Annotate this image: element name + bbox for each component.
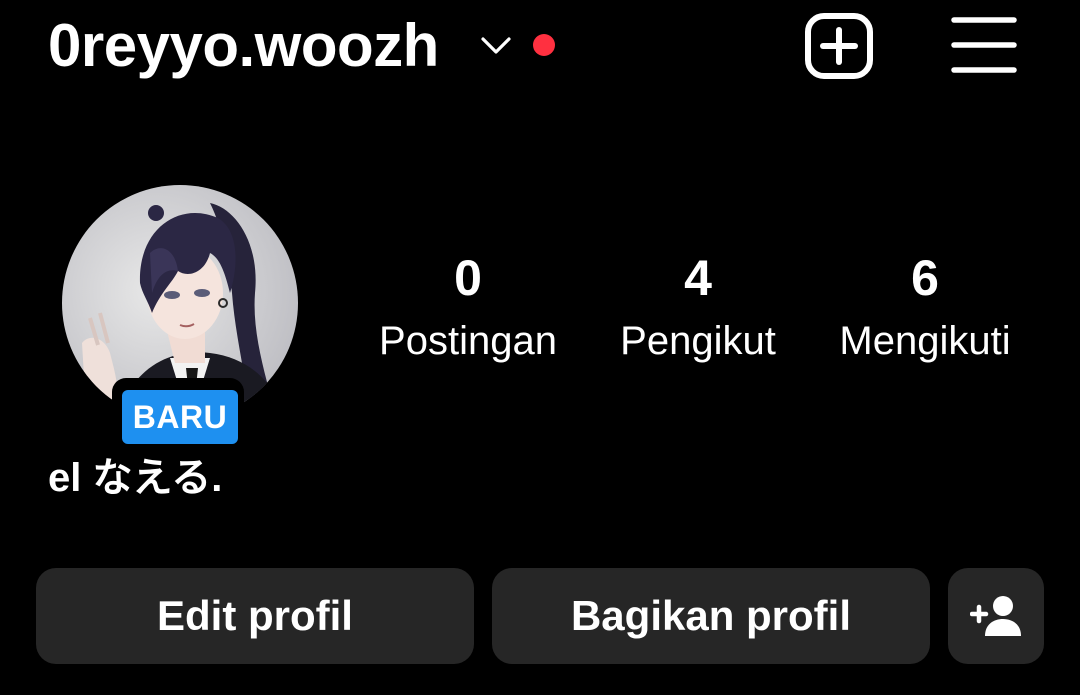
chevron-down-icon[interactable] xyxy=(478,30,514,60)
username-switcher[interactable]: 0reyyo.woozh xyxy=(48,8,439,84)
menu-button[interactable] xyxy=(950,14,1018,76)
followers-label: Pengikut xyxy=(620,319,776,363)
new-badge-label: BARU xyxy=(122,390,238,444)
posts-count: 0 xyxy=(454,250,482,306)
profile-page: 0reyyo.woozh BARU 0 Postingan 4 Pengikut… xyxy=(0,0,1080,695)
stat-followers[interactable]: 4 Pengikut xyxy=(598,245,798,371)
posts-label: Postingan xyxy=(379,319,557,363)
notification-dot xyxy=(533,34,555,56)
discover-people-button[interactable] xyxy=(948,568,1044,664)
share-profile-button[interactable]: Bagikan profil xyxy=(492,568,930,664)
edit-profile-button[interactable]: Edit profil xyxy=(36,568,474,664)
following-label: Mengikuti xyxy=(839,319,1011,363)
stat-posts[interactable]: 0 Postingan xyxy=(368,245,568,371)
new-badge: BARU xyxy=(112,378,244,450)
following-count: 6 xyxy=(911,250,939,306)
hamburger-menu-icon xyxy=(951,17,1017,73)
followers-count: 4 xyxy=(684,250,712,306)
add-person-icon xyxy=(970,596,1021,636)
display-name: el なえる. xyxy=(48,456,223,500)
stat-following[interactable]: 6 Mengikuti xyxy=(822,245,1028,371)
plus-square-icon xyxy=(805,13,873,79)
new-post-button[interactable] xyxy=(804,12,874,80)
